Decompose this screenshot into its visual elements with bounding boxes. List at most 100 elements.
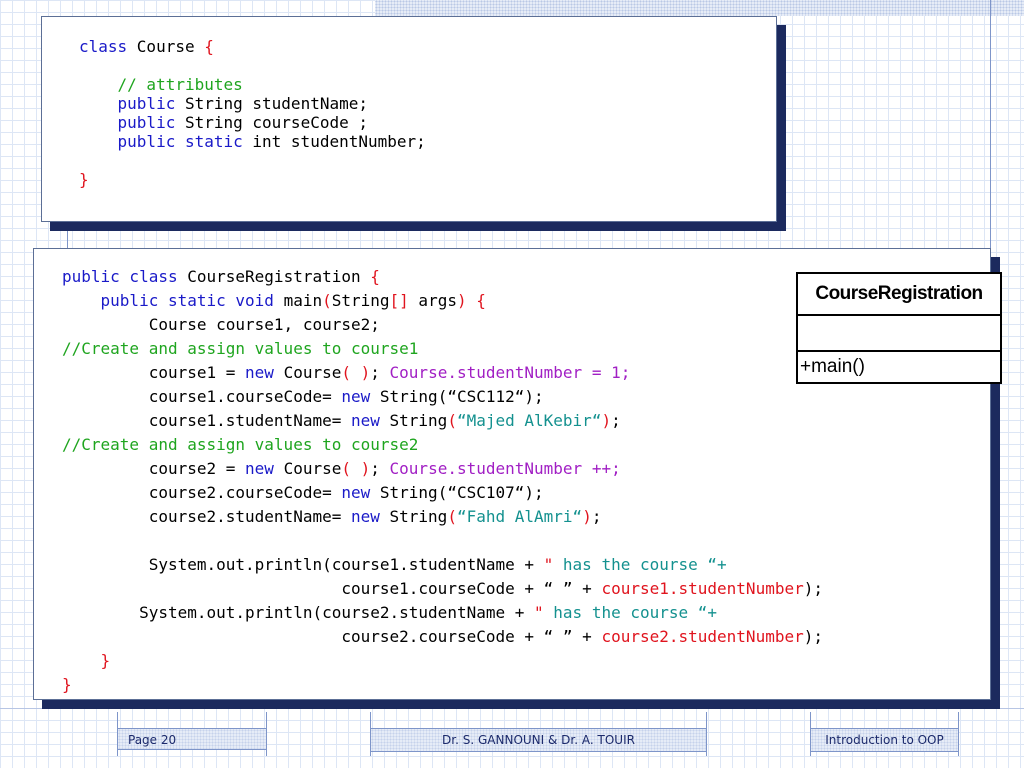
code-token: Course — [136, 37, 205, 56]
footer-divider — [958, 712, 959, 756]
code-line: } — [62, 649, 823, 673]
code-token: new — [245, 459, 284, 478]
code-line: } — [79, 170, 426, 189]
code-line: course1.courseCode + “ ” + course1.stude… — [62, 577, 823, 601]
code-line: System.out.println(course1.studentName +… — [62, 553, 823, 577]
guide-line — [0, 708, 1024, 709]
code-token: [] — [389, 291, 409, 310]
code-line: course2.studentName= new String(“Fahd Al… — [62, 505, 823, 529]
top-band — [375, 0, 1024, 16]
code-token: //Create and assign values to course1 — [62, 339, 419, 358]
code-token: public static void — [62, 291, 284, 310]
code-line: public static int studentNumber; — [79, 132, 426, 151]
code-line: //Create and assign values to course2 — [62, 433, 823, 457]
code-token: ; — [370, 459, 390, 478]
code-token: String — [389, 411, 448, 430]
code-token: int studentNumber; — [252, 132, 426, 151]
code-token: new — [245, 363, 284, 382]
code-token: course2.courseCode= — [62, 483, 342, 502]
course-class-code: class Course { // attributes public Stri… — [79, 37, 426, 189]
code-token: public static — [79, 132, 253, 151]
guide-line — [67, 220, 68, 250]
uml-class-diagram: CourseRegistration +main() — [796, 272, 1002, 384]
code-token: ); — [803, 627, 823, 646]
code-line: public class CourseRegistration { — [62, 265, 823, 289]
code-token: new — [350, 411, 390, 430]
code-line — [79, 56, 426, 75]
code-token: “Majed AlKebir“ — [456, 411, 602, 430]
code-token: class — [79, 37, 137, 56]
guide-line — [990, 0, 991, 248]
code-token: ; — [591, 507, 602, 526]
code-token: course2 = — [62, 459, 246, 478]
code-token: ( ) — [341, 459, 371, 478]
code-token: course1.studentName= — [62, 411, 351, 430]
code-token: String courseCode ; — [184, 113, 368, 132]
code-token: new — [350, 507, 390, 526]
code-token: course1 = — [62, 363, 246, 382]
code-token: ( ) — [341, 363, 371, 382]
code-line: // attributes — [79, 75, 426, 94]
code-token: public class — [62, 267, 188, 286]
code-token: new — [341, 483, 380, 502]
code-line: course2 = new Course( ); Course.studentN… — [62, 457, 823, 481]
course-class-box: class Course { // attributes public Stri… — [41, 16, 777, 222]
code-line: //Create and assign values to course1 — [62, 337, 823, 361]
code-token: String — [331, 291, 390, 310]
code-token: “Fahd AlAmri“ — [456, 507, 583, 526]
course-registration-code: public class CourseRegistration { public… — [62, 265, 823, 697]
code-line: course1.studentName= new String(“Majed A… — [62, 409, 823, 433]
code-token: System.out.println(course2.studentName + — [62, 603, 535, 622]
uml-class-name: CourseRegistration — [798, 274, 1000, 316]
code-token: " — [543, 555, 554, 574]
code-line: public String studentName; — [79, 94, 426, 113]
code-token: String — [389, 507, 448, 526]
code-token: " — [534, 603, 544, 622]
code-token: course2.studentNumber — [601, 627, 804, 646]
code-token: { — [204, 37, 214, 56]
code-line: class Course { — [79, 37, 426, 56]
code-token: //Create and assign values to course2 — [62, 435, 419, 454]
code-token: String(“CSC107“); — [379, 483, 544, 502]
code-token: ; — [611, 411, 621, 430]
code-line — [79, 151, 426, 170]
code-token: System.out.println(course1.studentName + — [62, 555, 544, 574]
code-token: { — [370, 267, 380, 286]
code-line: Course course1, course2; — [62, 313, 823, 337]
uml-attributes-section — [798, 316, 1000, 352]
code-token: } — [79, 170, 89, 189]
code-line: course1 = new Course( ); Course.studentN… — [62, 361, 823, 385]
footer-authors: Dr. S. GANNOUNI & Dr. A. TOUIR — [371, 728, 706, 752]
code-token: CourseRegistration — [187, 267, 371, 286]
code-line — [62, 529, 823, 553]
code-line: course2.courseCode + “ ” + course2.stude… — [62, 625, 823, 649]
code-token: } — [62, 675, 72, 694]
code-line: course2.courseCode= new String(“CSC107“)… — [62, 481, 823, 505]
code-token: course2.courseCode + “ ” + — [62, 627, 602, 646]
code-token: Course.studentNumber ++; — [389, 459, 621, 478]
code-token: course1.courseCode= — [62, 387, 342, 406]
code-token: ) — [582, 507, 592, 526]
code-token: ( — [447, 507, 457, 526]
uml-operation: +main() — [800, 356, 865, 377]
footer-divider — [706, 712, 707, 756]
code-token: // attributes — [79, 75, 243, 94]
code-token: ) — [456, 291, 467, 310]
code-token: args — [408, 291, 457, 310]
code-token: Course.studentNumber = 1; — [389, 363, 631, 382]
code-line: course1.courseCode= new String(“CSC112“)… — [62, 385, 823, 409]
footer-page-number: Page 20 — [118, 728, 266, 750]
code-line: public String courseCode ; — [79, 113, 426, 132]
code-line: } — [62, 673, 823, 697]
code-token: has the course “+ — [543, 603, 718, 622]
code-line: public static void main(String[] args) { — [62, 289, 823, 313]
code-token: ); — [803, 579, 823, 598]
code-token: Course — [283, 459, 342, 478]
code-token: new — [341, 387, 380, 406]
code-token: String studentName; — [184, 94, 368, 113]
footer-divider — [266, 712, 267, 756]
code-token: main — [283, 291, 323, 310]
